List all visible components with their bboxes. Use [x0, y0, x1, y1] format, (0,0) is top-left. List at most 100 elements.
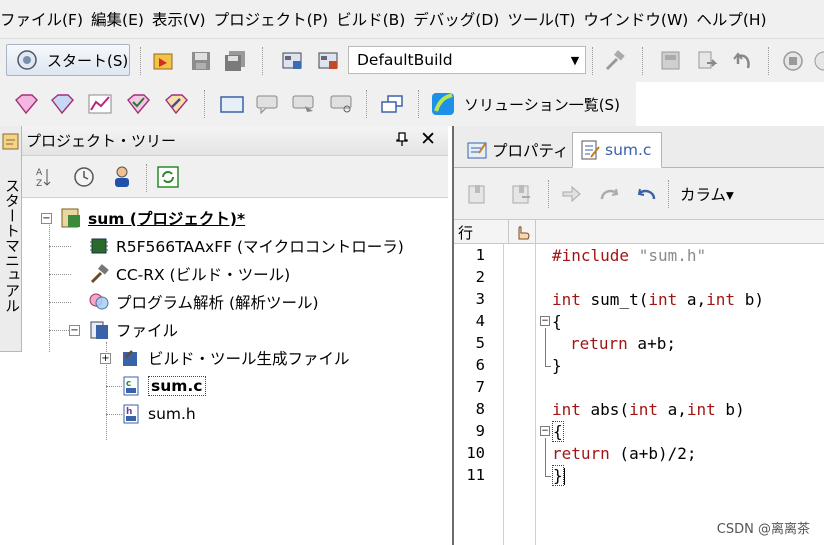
- tree-connector: [49, 274, 71, 275]
- speech-bubble-icon: [256, 95, 278, 115]
- comment-button[interactable]: [254, 91, 282, 117]
- line-number: 9: [475, 422, 485, 440]
- code-editor[interactable]: − − #include "sum.h" int sum_t(int a,int…: [536, 244, 824, 545]
- menu-view[interactable]: 表示(V): [152, 8, 214, 30]
- code-line-6: }: [552, 356, 562, 375]
- tree-node-mcu-label: R5F566TAAxFF (マイクロコントローラ): [116, 238, 404, 256]
- undo-edit-button[interactable]: [634, 181, 660, 207]
- tab-sum-c[interactable]: sum.c: [572, 132, 662, 168]
- project-tree-toolbar: AZ: [22, 156, 448, 198]
- toolbar-overflow[interactable]: [812, 48, 824, 74]
- tree-node-generated[interactable]: ビルド・ツール生成ファイル: [120, 346, 350, 370]
- trace-chart-button[interactable]: [86, 91, 114, 117]
- line-column-header: 行: [458, 224, 474, 242]
- debug-tool-1-button[interactable]: [12, 91, 40, 117]
- fold-toggle-icon[interactable]: −: [540, 316, 550, 326]
- download-icon: [661, 51, 680, 70]
- tree-node-build-tool[interactable]: CC-RX (ビルド・ツール): [88, 262, 290, 286]
- sort-button[interactable]: AZ: [28, 164, 56, 190]
- toolbar-separator: [366, 90, 368, 118]
- undo-icon: [637, 188, 656, 200]
- solution-list-button[interactable]: ソリューション一覧(S): [430, 87, 630, 121]
- menu-help[interactable]: ヘルプ(H): [696, 8, 774, 30]
- code-line-5: return a+b;: [570, 334, 676, 353]
- build-tool-button[interactable]: [602, 48, 628, 74]
- breakpoint-gutter[interactable]: [508, 244, 536, 545]
- rebuild-icon: [318, 52, 338, 69]
- open-project-button[interactable]: [150, 48, 176, 74]
- forward-button[interactable]: [558, 181, 584, 207]
- debug-tool-4-button[interactable]: [124, 91, 152, 117]
- svg-text:A: A: [36, 168, 43, 178]
- code-keyword: int: [552, 290, 581, 309]
- menu-file[interactable]: ファイル(F): [0, 8, 91, 30]
- build-config-select[interactable]: DefaultBuild ▼: [348, 46, 586, 74]
- start-button[interactable]: スタート(S): [6, 44, 130, 76]
- toolbar-separator: [146, 164, 148, 192]
- hammer-icon: [605, 50, 625, 71]
- document-arrow-icon: [698, 51, 718, 69]
- menu-project[interactable]: プロジェクト(P): [214, 8, 336, 30]
- toolbar-separator: [592, 47, 594, 75]
- menu-tools[interactable]: ツール(T): [507, 8, 583, 30]
- line-number-gutter: 1 2 3 4 5 6 7 8 9 10 11: [454, 244, 504, 545]
- comment-search-button[interactable]: [328, 91, 356, 117]
- tree-connector: [49, 220, 50, 352]
- debug-tool-5-button[interactable]: [162, 91, 190, 117]
- tree-node-mcu[interactable]: R5F566TAAxFF (マイクロコントローラ): [88, 234, 404, 258]
- project-collapse-toggle[interactable]: −: [41, 213, 52, 224]
- files-collapse-toggle[interactable]: −: [69, 325, 80, 336]
- tree-node-files[interactable]: ファイル: [88, 318, 178, 342]
- project-tree-panel: プロジェクト・ツリー ✕ AZ − sum (プロジェクト)* R5F566TA…: [22, 126, 448, 545]
- hand-pointer-icon[interactable]: [508, 220, 536, 244]
- pin-icon[interactable]: [396, 131, 408, 151]
- c-file-icon: c: [120, 375, 142, 397]
- build-config-button[interactable]: [280, 48, 306, 74]
- fold-line: [545, 438, 546, 476]
- undo-arrow-icon: [733, 52, 750, 69]
- save-button[interactable]: [188, 48, 214, 74]
- c-file-edit-icon: [581, 140, 600, 160]
- generated-expand-toggle[interactable]: +: [100, 353, 111, 364]
- menu-bar: ファイル(F) 編集(E) 表示(V) プロジェクト(P) ビルド(B) デバッ…: [0, 0, 824, 38]
- project-tree: − sum (プロジェクト)* R5F566TAAxFF (マイクロコントローラ…: [22, 198, 448, 545]
- menu-debug[interactable]: デバッグ(D): [413, 8, 507, 30]
- tree-node-sum-h[interactable]: h sum.h: [120, 402, 196, 426]
- bookmark-next-button[interactable]: [508, 181, 534, 207]
- side-tab-start-manual[interactable]: スタートマニュアル: [0, 126, 22, 352]
- history-button[interactable]: [70, 164, 98, 190]
- fold-line: [545, 328, 546, 366]
- tree-node-project[interactable]: sum (プロジェクト)*: [60, 206, 245, 230]
- fold-toggle-icon[interactable]: −: [540, 426, 550, 436]
- tree-node-analysis[interactable]: プログラム解析 (解析ツール): [88, 290, 319, 314]
- tree-node-sum-c[interactable]: c sum.c: [120, 374, 206, 398]
- debug-tool-2-button[interactable]: [48, 91, 76, 117]
- save-all-button[interactable]: [222, 48, 248, 74]
- tab-properties[interactable]: プロパティ: [460, 132, 575, 168]
- menu-build[interactable]: ビルド(B): [336, 8, 413, 30]
- comment-next-button[interactable]: [290, 91, 318, 117]
- gem-wrench-icon: [165, 94, 188, 115]
- rebuild-button[interactable]: [316, 48, 342, 74]
- redo-button[interactable]: [596, 181, 622, 207]
- menu-window[interactable]: ウインドウ(W): [583, 8, 696, 30]
- line-number: 1: [475, 246, 485, 264]
- menu-edit[interactable]: 編集(E): [91, 8, 152, 30]
- undo-button[interactable]: [730, 48, 756, 74]
- tree-connector: [49, 246, 71, 247]
- stop-button[interactable]: [780, 48, 806, 74]
- columns-dropdown[interactable]: カラム▾: [680, 181, 750, 207]
- code-line-9: {: [552, 421, 564, 442]
- line-number: 4: [475, 312, 485, 330]
- close-icon[interactable]: ✕: [420, 128, 436, 150]
- analysis-icon: [88, 291, 110, 313]
- layout-button[interactable]: [378, 91, 406, 117]
- window-button[interactable]: [218, 91, 246, 117]
- user-button[interactable]: [108, 164, 136, 190]
- chevron-down-icon[interactable]: ▼: [565, 47, 585, 73]
- refresh-button[interactable]: [154, 164, 182, 190]
- bookmark-button[interactable]: [464, 181, 490, 207]
- code-text: a,: [657, 400, 687, 419]
- step-button[interactable]: [694, 48, 720, 74]
- download-button[interactable]: [658, 48, 684, 74]
